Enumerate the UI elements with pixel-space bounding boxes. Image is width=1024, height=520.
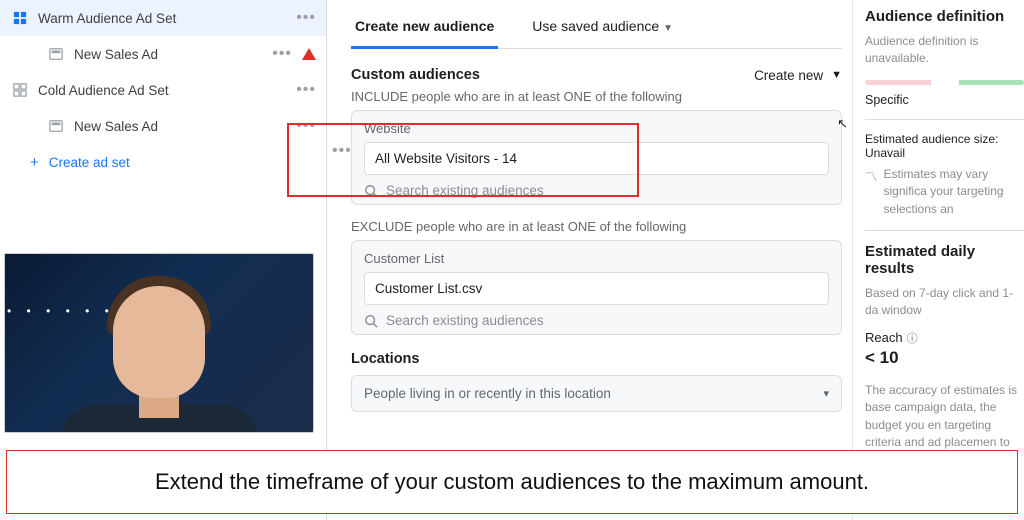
custom-audiences-heading: Custom audiences: [351, 67, 480, 83]
tab-use-saved-audience[interactable]: Use saved audience ▼: [528, 8, 677, 48]
estimated-daily-results-sub: Based on 7-day click and 1-da window: [865, 285, 1024, 320]
audience-definition-heading: Audience definition: [865, 8, 1024, 25]
specific-label: Specific: [865, 93, 1024, 107]
locations-value: People living in or recently in this loc…: [364, 386, 611, 401]
adset-label: Cold Audience Ad Set: [38, 83, 296, 98]
estimated-size-note: Estimates may vary significa your target…: [884, 166, 1024, 218]
ad-label: New Sales Ad: [74, 119, 296, 134]
include-search-input[interactable]: Search existing audiences: [364, 183, 829, 198]
row-menu-icon[interactable]: •••: [296, 117, 316, 135]
exclude-search-input[interactable]: Search existing audiences: [364, 313, 829, 328]
include-helper-text: INCLUDE people who are in at least ONE o…: [351, 89, 842, 104]
include-source-label: Website: [364, 121, 829, 136]
search-placeholder: Search existing audiences: [386, 183, 544, 198]
locations-dropdown[interactable]: People living in or recently in this loc…: [351, 375, 842, 412]
create-new-audience-dropdown[interactable]: Create new ▼: [754, 68, 842, 83]
chevron-down-icon: ▾: [823, 387, 829, 400]
exclude-audience-name: Customer List.csv: [375, 281, 482, 296]
adset-label: Warm Audience Ad Set: [38, 11, 296, 26]
campaign-tree-sidebar: Warm Audience Ad Set ••• New Sales Ad ••…: [0, 0, 327, 520]
tab-label: Create new audience: [355, 18, 494, 34]
exclude-source-label: Customer List: [364, 251, 829, 266]
tab-create-new-audience[interactable]: Create new audience: [351, 8, 498, 49]
create-ad-set-label: Create ad set: [49, 155, 130, 170]
row-menu-icon[interactable]: •••: [296, 9, 316, 27]
main-panel: Create new audience Use saved audience▼ …: [327, 0, 852, 520]
ad-icon: [46, 47, 66, 61]
cursor-icon: ↖: [837, 116, 848, 132]
include-audience-pill[interactable]: All Website Visitors - 14: [364, 142, 829, 175]
floating-row-menu-icon[interactable]: •••: [332, 142, 352, 160]
include-audience-card: Website All Website Visitors - 14 Search…: [351, 110, 842, 205]
adset-row-cold[interactable]: Cold Audience Ad Set •••: [0, 72, 326, 108]
exclude-helper-text: EXCLUDE people who are in at least ONE o…: [351, 219, 842, 234]
adset-grid-icon: [10, 11, 30, 25]
trend-icon: 〽: [865, 166, 878, 185]
audience-definition-unavailable: Audience definition is unavailable.: [865, 33, 1024, 68]
ad-row-new-sales-1[interactable]: New Sales Ad •••: [0, 36, 326, 72]
adset-grid-icon: [10, 83, 30, 97]
ad-icon: [46, 119, 66, 133]
row-menu-icon[interactable]: •••: [272, 45, 292, 63]
create-ad-set-button[interactable]: + Create ad set: [0, 144, 326, 180]
search-icon: [364, 184, 378, 198]
estimated-daily-results-heading: Estimated daily results: [865, 243, 1024, 277]
chevron-down-icon: ▼: [663, 23, 673, 34]
exclude-audience-card: Customer List Customer List.csv Search e…: [351, 240, 842, 335]
info-icon[interactable]: ⓘ: [907, 330, 918, 346]
include-audience-name: All Website Visitors - 14: [375, 151, 517, 166]
ad-row-new-sales-2[interactable]: New Sales Ad •••: [0, 108, 326, 144]
row-menu-icon[interactable]: •••: [296, 81, 316, 99]
reach-value: < 10: [865, 348, 1024, 368]
estimated-size-label: Estimated audience size: Unavail: [865, 132, 1024, 160]
audience-tabs: Create new audience Use saved audience ▼: [351, 8, 842, 49]
tab-label: Use saved audience: [532, 18, 659, 34]
audience-range-bar: [865, 80, 1024, 85]
tutorial-caption: Extend the timeframe of your custom audi…: [6, 450, 1018, 514]
exclude-audience-pill[interactable]: Customer List.csv: [364, 272, 829, 305]
ad-label: New Sales Ad: [74, 47, 272, 62]
search-placeholder: Search existing audiences: [386, 313, 544, 328]
presenter-video: [4, 253, 314, 433]
adset-row-warm[interactable]: Warm Audience Ad Set •••: [0, 0, 326, 36]
locations-heading: Locations: [351, 351, 842, 367]
search-icon: [364, 314, 378, 328]
create-new-label: Create new: [754, 68, 823, 83]
warning-icon: [302, 48, 316, 60]
right-info-panel: Audience definition Audience definition …: [852, 0, 1024, 520]
plus-icon: +: [30, 154, 39, 171]
caption-text: Extend the timeframe of your custom audi…: [155, 469, 869, 495]
reach-label: Reach: [865, 330, 903, 345]
chevron-down-icon: ▼: [831, 69, 842, 81]
